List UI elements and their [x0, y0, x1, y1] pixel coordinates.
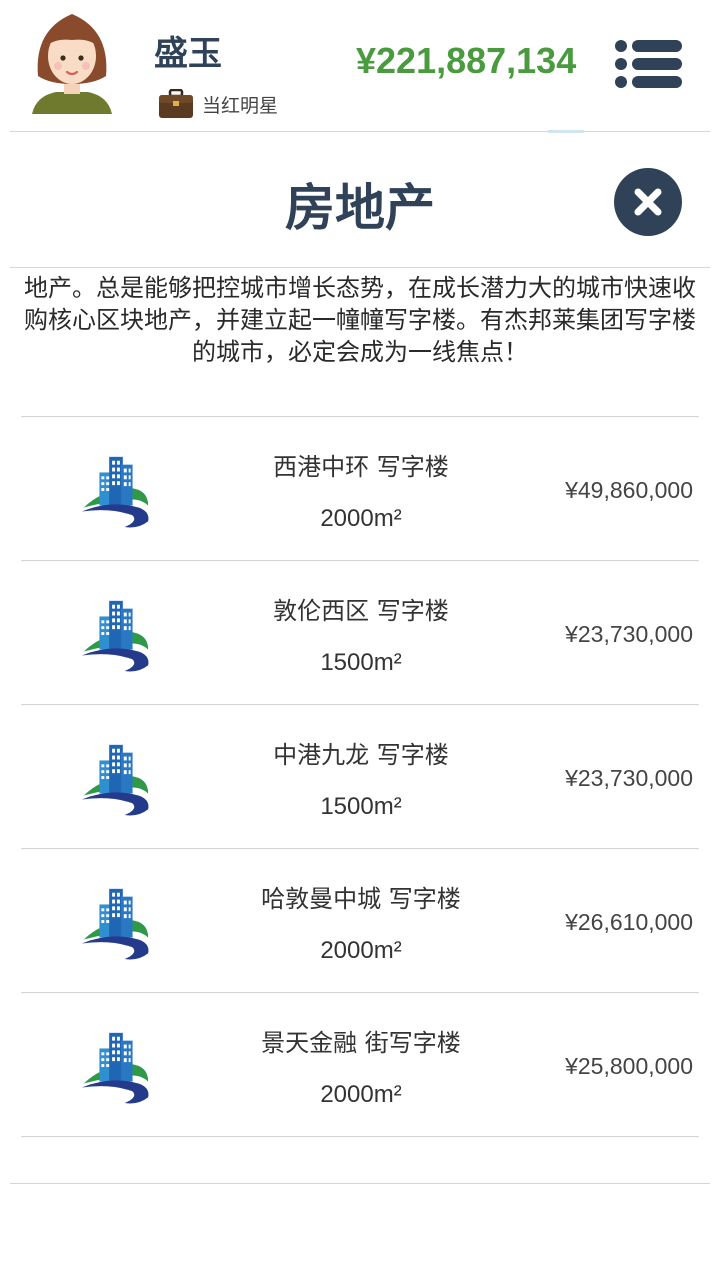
property-item[interactable]: 景天金融 街写字楼 2000m² ¥25,800,000: [21, 992, 699, 1136]
office-building-icon: [81, 600, 149, 672]
player-avatar[interactable]: [28, 10, 116, 118]
property-area: 2000m²: [320, 937, 402, 964]
property-name: 西港中环 写字楼: [273, 453, 449, 481]
player-title: 当红明星: [202, 94, 279, 117]
property-price: ¥26,610,000: [565, 909, 693, 935]
office-building-icon: [81, 1032, 149, 1104]
property-item[interactable]: 中港九龙 写字楼 1500m² ¥23,730,000: [21, 704, 699, 848]
property-name: 景天金融 街写字楼: [261, 1029, 461, 1057]
player-name: 盛玉: [154, 34, 222, 74]
property-price: ¥49,860,000: [565, 477, 693, 503]
money-balance: ¥221,887,134: [356, 40, 577, 81]
header-accent: [548, 130, 584, 133]
close-button[interactable]: [614, 168, 682, 236]
property-area: 1500m²: [320, 649, 402, 676]
menu-icon[interactable]: [614, 38, 684, 90]
property-area: 2000m²: [320, 505, 402, 532]
property-price: ¥23,730,000: [565, 765, 693, 791]
bottom-divider: [10, 1183, 710, 1184]
panel-title: 房地产: [285, 179, 435, 237]
header: 盛玉 当红明星 ¥221,887,134: [0, 0, 720, 132]
property-item[interactable]: 西港中环 写字楼 2000m² ¥49,860,000: [21, 416, 699, 560]
property-name: 敦伦西区 写字楼: [273, 597, 449, 625]
property-item[interactable]: 哈敦曼中城 写字楼 2000m² ¥26,610,000: [21, 848, 699, 992]
briefcase-icon: [159, 89, 193, 118]
office-building-icon: [81, 744, 149, 816]
property-area: 2000m²: [320, 1081, 402, 1108]
close-icon: [634, 188, 662, 216]
office-building-icon: [81, 456, 149, 528]
player-title-row: 当红明星: [158, 88, 278, 120]
property-price: ¥23,730,000: [565, 621, 693, 647]
title-divider: [10, 267, 710, 268]
header-divider: [10, 131, 710, 132]
property-name: 哈敦曼中城 写字楼: [261, 885, 461, 913]
office-building-icon: [81, 888, 149, 960]
property-price: ¥25,800,000: [565, 1053, 693, 1079]
panel-description: 地产。总是能够把控城市增长态势，在成长潜力大的城市快速收购核心区块地产，并建立起…: [24, 274, 696, 366]
property-area: 1500m²: [320, 793, 402, 820]
list-end-divider: [21, 1136, 699, 1137]
property-list: 西港中环 写字楼 2000m² ¥49,860,000 敦伦西区 写字楼 150…: [21, 416, 699, 1137]
property-item[interactable]: 敦伦西区 写字楼 1500m² ¥23,730,000: [21, 560, 699, 704]
property-name: 中港九龙 写字楼: [273, 741, 449, 769]
